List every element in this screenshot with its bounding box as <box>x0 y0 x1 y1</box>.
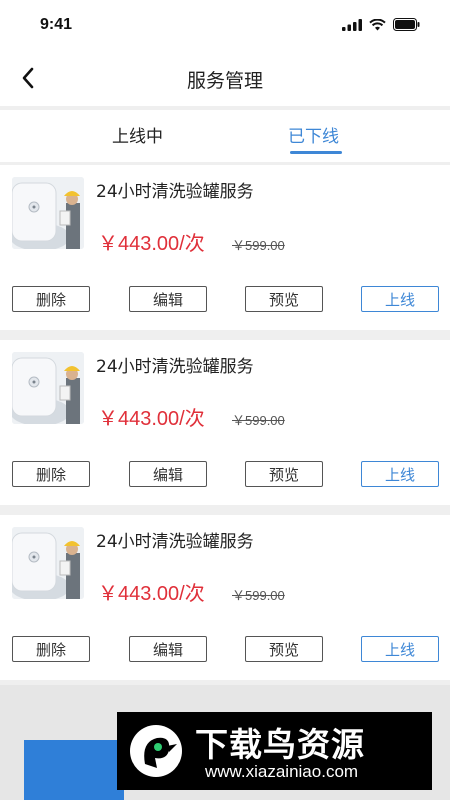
status-icons <box>342 18 420 31</box>
watermark-banner: 下载鸟资源 www.xiazainiao.com <box>117 712 432 790</box>
original-price: ￥599.00 <box>232 238 285 253</box>
service-card: 24小时清洗验罐服务 ￥443.00/次 ￥599.00 删除 编辑 预览 上线 <box>0 165 450 330</box>
status-time: 9:41 <box>40 16 73 33</box>
edit-button[interactable]: 编辑 <box>129 636 207 662</box>
tab-offline[interactable]: 已下线 <box>288 122 339 147</box>
original-price: ￥599.00 <box>232 588 285 603</box>
tab-online[interactable]: 上线中 <box>112 122 163 147</box>
preview-button[interactable]: 预览 <box>245 286 323 312</box>
service-title: 24小时清洗验罐服务 <box>96 182 254 202</box>
go-online-button[interactable]: 上线 <box>361 636 439 662</box>
watermark-title: 下载鸟资源 <box>195 725 365 764</box>
battery-icon <box>393 18 420 31</box>
delete-button[interactable]: 删除 <box>12 636 90 662</box>
service-card: 24小时清洗验罐服务 ￥443.00/次 ￥599.00 删除 编辑 预览 上线 <box>0 340 450 505</box>
delete-button[interactable]: 删除 <box>12 461 90 487</box>
go-online-button[interactable]: 上线 <box>361 286 439 312</box>
original-price: ￥599.00 <box>232 413 285 428</box>
edit-button[interactable]: 编辑 <box>129 461 207 487</box>
wifi-icon <box>369 18 386 30</box>
service-price: ￥443.00/次 <box>98 233 205 255</box>
status-bar: 9:41 <box>0 0 450 50</box>
service-thumbnail <box>12 352 84 424</box>
delete-button[interactable]: 删除 <box>12 286 90 312</box>
bird-logo-icon <box>130 725 182 777</box>
preview-button[interactable]: 预览 <box>245 461 323 487</box>
edit-button[interactable]: 编辑 <box>129 286 207 312</box>
service-card: 24小时清洗验罐服务 ￥443.00/次 ￥599.00 删除 编辑 预览 上线 <box>0 515 450 680</box>
service-thumbnail <box>12 527 84 599</box>
service-price: ￥443.00/次 <box>98 583 205 605</box>
nav-bar: 服务管理 <box>0 50 450 106</box>
page-title: 服务管理 <box>186 70 263 92</box>
go-online-button[interactable]: 上线 <box>361 461 439 487</box>
service-thumbnail <box>12 177 84 249</box>
tab-bar: 上线中 已下线 <box>0 110 450 162</box>
service-title: 24小时清洗验罐服务 <box>96 532 254 552</box>
preview-button[interactable]: 预览 <box>245 636 323 662</box>
bottom-primary-button[interactable] <box>24 740 124 800</box>
service-title: 24小时清洗验罐服务 <box>96 357 254 377</box>
service-price: ￥443.00/次 <box>98 408 205 430</box>
watermark-url: www.xiazainiao.com <box>205 762 359 781</box>
signal-icon <box>342 18 362 31</box>
active-tab-indicator <box>290 151 342 154</box>
